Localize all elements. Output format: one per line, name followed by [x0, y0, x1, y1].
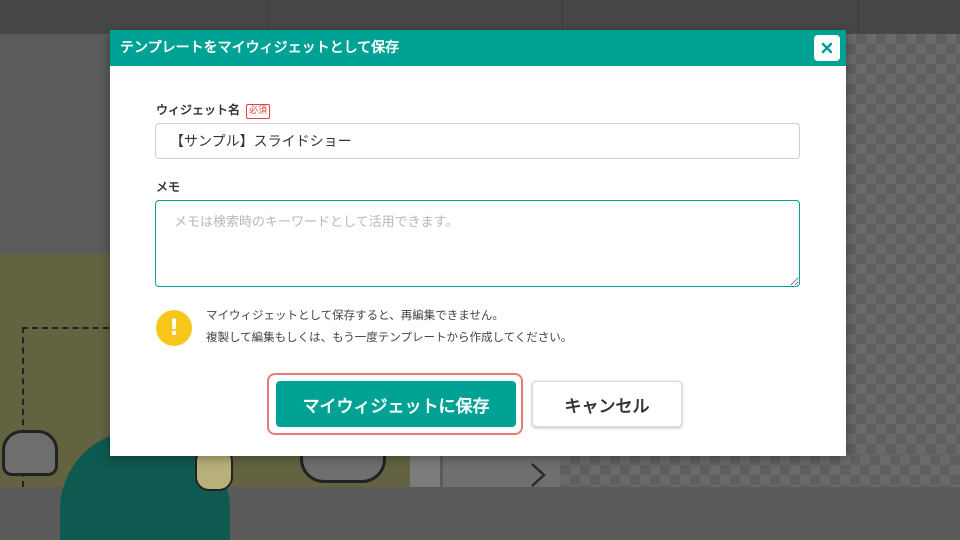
dialog-title: テンプレートをマイウィジェットとして保存 — [120, 40, 400, 56]
editor-top-divider — [562, 0, 563, 34]
editor-top-bar — [0, 0, 960, 34]
close-icon — [821, 39, 833, 58]
save-as-widget-dialog: テンプレートをマイウィジェットとして保存 ウィジェット名必須 メモ ! マイウィ… — [110, 30, 846, 456]
transparent-area — [560, 455, 960, 487]
close-button[interactable] — [814, 35, 840, 61]
save-to-my-widget-button[interactable]: マイウィジェットに保存 — [276, 381, 516, 427]
editor-thumb — [410, 456, 440, 487]
memo-textarea[interactable] — [155, 200, 800, 287]
warning-text-line1: マイウィジェットとして保存すると、再編集できません。 — [206, 308, 504, 322]
widget-name-input[interactable] — [155, 123, 800, 159]
editor-top-divider — [858, 0, 859, 34]
widget-name-label: ウィジェット名 必須 — [156, 101, 271, 119]
memo-label: メモ — [156, 180, 181, 194]
cancel-button[interactable]: キャンセル — [532, 381, 682, 427]
widget-name-label-text: ウィジェット名 — [156, 103, 241, 117]
required-badge: 必須 — [246, 104, 271, 119]
dialog-header: テンプレートをマイウィジェットとして保存 — [110, 30, 846, 66]
canvas-illustration — [2, 430, 58, 476]
warning-text-line2: 複製して編集もしくは、もう一度テンプレートから作成してください。 — [206, 330, 573, 344]
exclamation-icon: ! — [156, 310, 192, 346]
editor-top-divider — [267, 0, 268, 34]
transparent-area — [846, 34, 960, 455]
chevron-right-icon[interactable] — [528, 462, 548, 493]
editor-side-panel — [0, 34, 110, 254]
